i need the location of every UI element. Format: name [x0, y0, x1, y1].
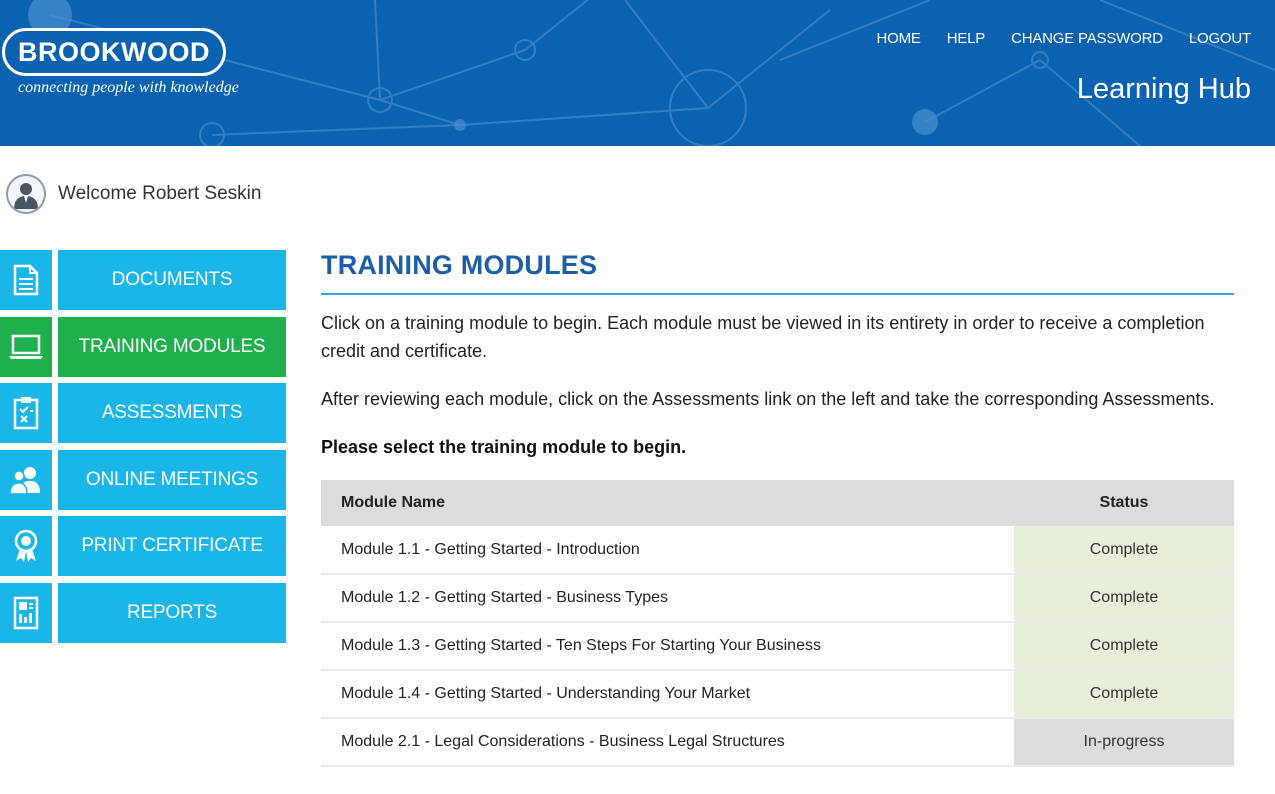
column-header-status: Status: [1014, 480, 1234, 526]
sidebar-item-label: ASSESSMENTS: [58, 383, 286, 444]
module-name-cell[interactable]: Module 1.2 - Getting Started - Business …: [321, 574, 1014, 623]
sidebar-item-documents[interactable]: DOCUMENTS: [0, 250, 286, 310]
sidebar-item-reports[interactable]: REPORTS: [0, 582, 286, 643]
status-cell: In-progress: [1014, 718, 1234, 767]
award-ribbon-icon: [0, 516, 52, 577]
checklist-icon: [0, 383, 52, 444]
table-row[interactable]: Module 1.4 - Getting Started - Understan…: [321, 670, 1234, 719]
table-row[interactable]: Module 1.1 - Getting Started - Introduct…: [321, 526, 1234, 575]
main-content: TRAINING MODULES Click on a training mod…: [321, 250, 1234, 767]
module-name-cell[interactable]: Module 1.1 - Getting Started - Introduct…: [321, 526, 1014, 575]
logo-tagline: connecting people with knowledge: [18, 79, 239, 96]
laptop-icon: [0, 316, 52, 377]
brookwood-logo[interactable]: BROOKWOOD: [2, 28, 226, 76]
hub-title: Learning Hub: [1076, 73, 1251, 105]
page-title: TRAINING MODULES: [321, 250, 1234, 295]
module-name-cell[interactable]: Module 1.3 - Getting Started - Ten Steps…: [321, 622, 1014, 671]
report-icon: [0, 582, 52, 643]
nav-logout-link[interactable]: LOGOUT: [1189, 30, 1251, 47]
document-icon: [0, 250, 52, 310]
status-cell: Complete: [1014, 622, 1234, 671]
nav-help-link[interactable]: HELP: [947, 30, 986, 47]
instructions-paragraph: Click on a training module to begin. Eac…: [321, 313, 1205, 361]
status-cell: Complete: [1014, 574, 1234, 623]
nav-change-password-link[interactable]: CHANGE PASSWORD: [1011, 30, 1163, 47]
training-modules-table: Module Name Status Module 1.1 - Getting …: [321, 480, 1234, 767]
assessment-instructions-paragraph: After reviewing each module, click on th…: [321, 389, 1215, 409]
sidebar-item-label: TRAINING MODULES: [58, 316, 286, 377]
status-cell: Complete: [1014, 670, 1234, 719]
user-avatar-icon: [6, 174, 46, 214]
sidebar-menu: DOCUMENTS TRAINING MODULES ASSESSMENTS O…: [0, 250, 286, 650]
table-header-row: Module Name Status: [321, 480, 1234, 526]
nav-home-link[interactable]: HOME: [877, 30, 921, 47]
sidebar-item-print-certificate[interactable]: PRINT CERTIFICATE: [0, 516, 286, 577]
table-row[interactable]: Module 1.2 - Getting Started - Business …: [321, 574, 1234, 623]
sidebar-item-label: REPORTS: [58, 582, 286, 643]
welcome-text: Welcome Robert Seskin: [58, 183, 262, 204]
status-cell: Complete: [1014, 526, 1234, 575]
welcome-banner: Welcome Robert Seskin: [6, 174, 261, 214]
sidebar-item-training-modules[interactable]: TRAINING MODULES: [0, 316, 286, 377]
people-icon: [0, 449, 52, 510]
sidebar-item-assessments[interactable]: ASSESSMENTS: [0, 383, 286, 444]
column-header-module-name: Module Name: [321, 480, 1014, 526]
table-row[interactable]: Module 1.3 - Getting Started - Ten Steps…: [321, 622, 1234, 671]
sidebar-item-label: PRINT CERTIFICATE: [58, 516, 286, 577]
site-header: BROOKWOOD connecting people with knowled…: [0, 0, 1275, 146]
table-row[interactable]: Module 2.1 - Legal Considerations - Busi…: [321, 718, 1234, 767]
select-module-prompt: Please select the training module to beg…: [321, 437, 687, 457]
logo-text: BROOKWOOD: [18, 36, 210, 67]
sidebar-item-label: DOCUMENTS: [58, 250, 286, 310]
module-name-cell[interactable]: Module 2.1 - Legal Considerations - Busi…: [321, 718, 1014, 767]
module-name-cell[interactable]: Module 1.4 - Getting Started - Understan…: [321, 670, 1014, 719]
logo-badge: BROOKWOOD: [2, 28, 226, 76]
sidebar-item-online-meetings[interactable]: ONLINE MEETINGS: [0, 449, 286, 510]
sidebar-item-label: ONLINE MEETINGS: [58, 449, 286, 510]
top-navigation: HOME HELP CHANGE PASSWORD LOGOUT: [877, 30, 1252, 47]
